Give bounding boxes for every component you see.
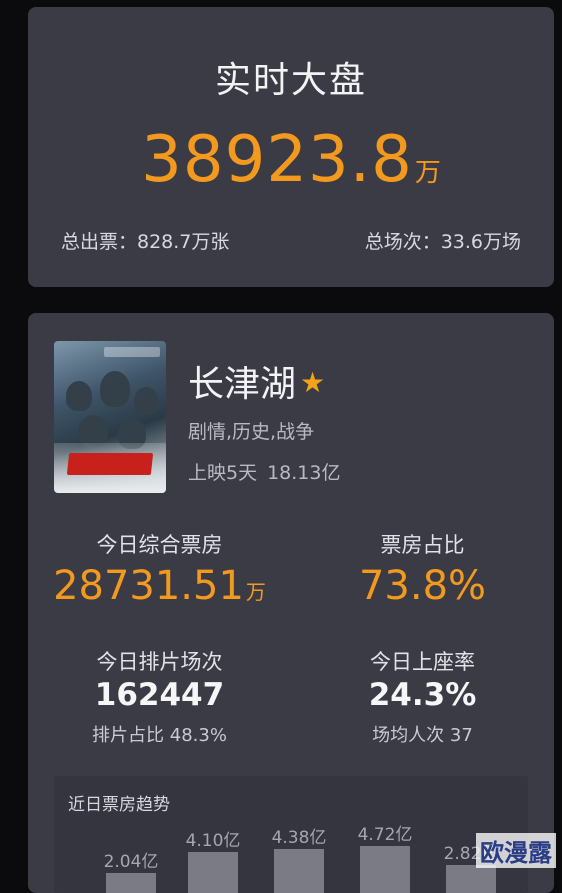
trend-bar xyxy=(274,849,324,893)
total-box-office-value: 38923.8 xyxy=(141,123,413,197)
today-box-label: 今日综合票房 xyxy=(96,533,223,557)
poster-figure xyxy=(100,371,130,407)
screenings-share: 排片占比 48.3% xyxy=(92,725,227,746)
movie-genre: 剧情,历史,战争 xyxy=(188,421,315,443)
occupancy-label: 今日上座率 xyxy=(370,650,475,674)
trend-bar-label: 2.04亿 xyxy=(103,852,159,873)
poster-figure xyxy=(66,381,92,411)
movie-card[interactable]: 长津湖 ★ 剧情,历史,战争 上映5天 18.13亿 今日综合票房 28731.51… xyxy=(28,313,554,893)
today-box-number: 28731.51 xyxy=(53,563,244,609)
realtime-card: 实时大盘 38923.8万 总出票：828.7万张 总场次：33.6万场 xyxy=(28,7,554,287)
cumulative-box-office: 18.13亿 xyxy=(267,462,341,484)
screenings-label: 今日排片场次 xyxy=(96,650,223,674)
trend-bar xyxy=(360,846,410,893)
today-box-unit: 万 xyxy=(245,580,266,604)
total-screenings: 总场次：33.6万场 xyxy=(364,231,521,253)
trend-title: 近日票房趋势 xyxy=(68,795,170,815)
share-label: 票房占比 xyxy=(380,533,465,557)
poster-caption xyxy=(104,347,160,357)
trend-bar xyxy=(188,852,238,893)
trend-bar xyxy=(106,873,156,893)
total-tickets: 总出票：828.7万张 xyxy=(61,231,230,253)
realtime-title: 实时大盘 xyxy=(214,60,367,101)
screenings-value: 162447 xyxy=(94,677,225,713)
poster-figure xyxy=(134,387,158,415)
watermark: 欧漫露 xyxy=(476,833,556,868)
movie-release: 上映5天 18.13亿 xyxy=(188,458,341,485)
total-box-office-unit: 万 xyxy=(414,158,441,188)
box-office-trend[interactable]: 近日票房趋势 2.04亿 4.10亿 4.38亿 4.72亿 2.82亿 xyxy=(54,776,528,893)
share-value: 73.8% xyxy=(358,563,487,609)
movie-title[interactable]: 长津湖 ★ xyxy=(188,355,325,407)
today-box-value: 28731.51 万 xyxy=(28,563,291,609)
occupancy-value: 24.3% xyxy=(368,677,477,713)
trend-bar-label: 4.38亿 xyxy=(271,828,327,849)
release-days: 上映5天 xyxy=(188,462,258,484)
star-icon: ★ xyxy=(300,366,326,399)
trend-bar-label: 4.10亿 xyxy=(185,831,241,852)
movie-poster[interactable] xyxy=(54,341,166,493)
trend-bar xyxy=(446,865,496,893)
total-box-office: 38923.8万 xyxy=(28,123,554,197)
poster-logo xyxy=(66,453,154,475)
avg-attendance: 场均人次 37 xyxy=(372,725,473,746)
movie-title-text: 长津湖 xyxy=(188,364,297,405)
trend-bar-label: 4.72亿 xyxy=(357,825,413,845)
